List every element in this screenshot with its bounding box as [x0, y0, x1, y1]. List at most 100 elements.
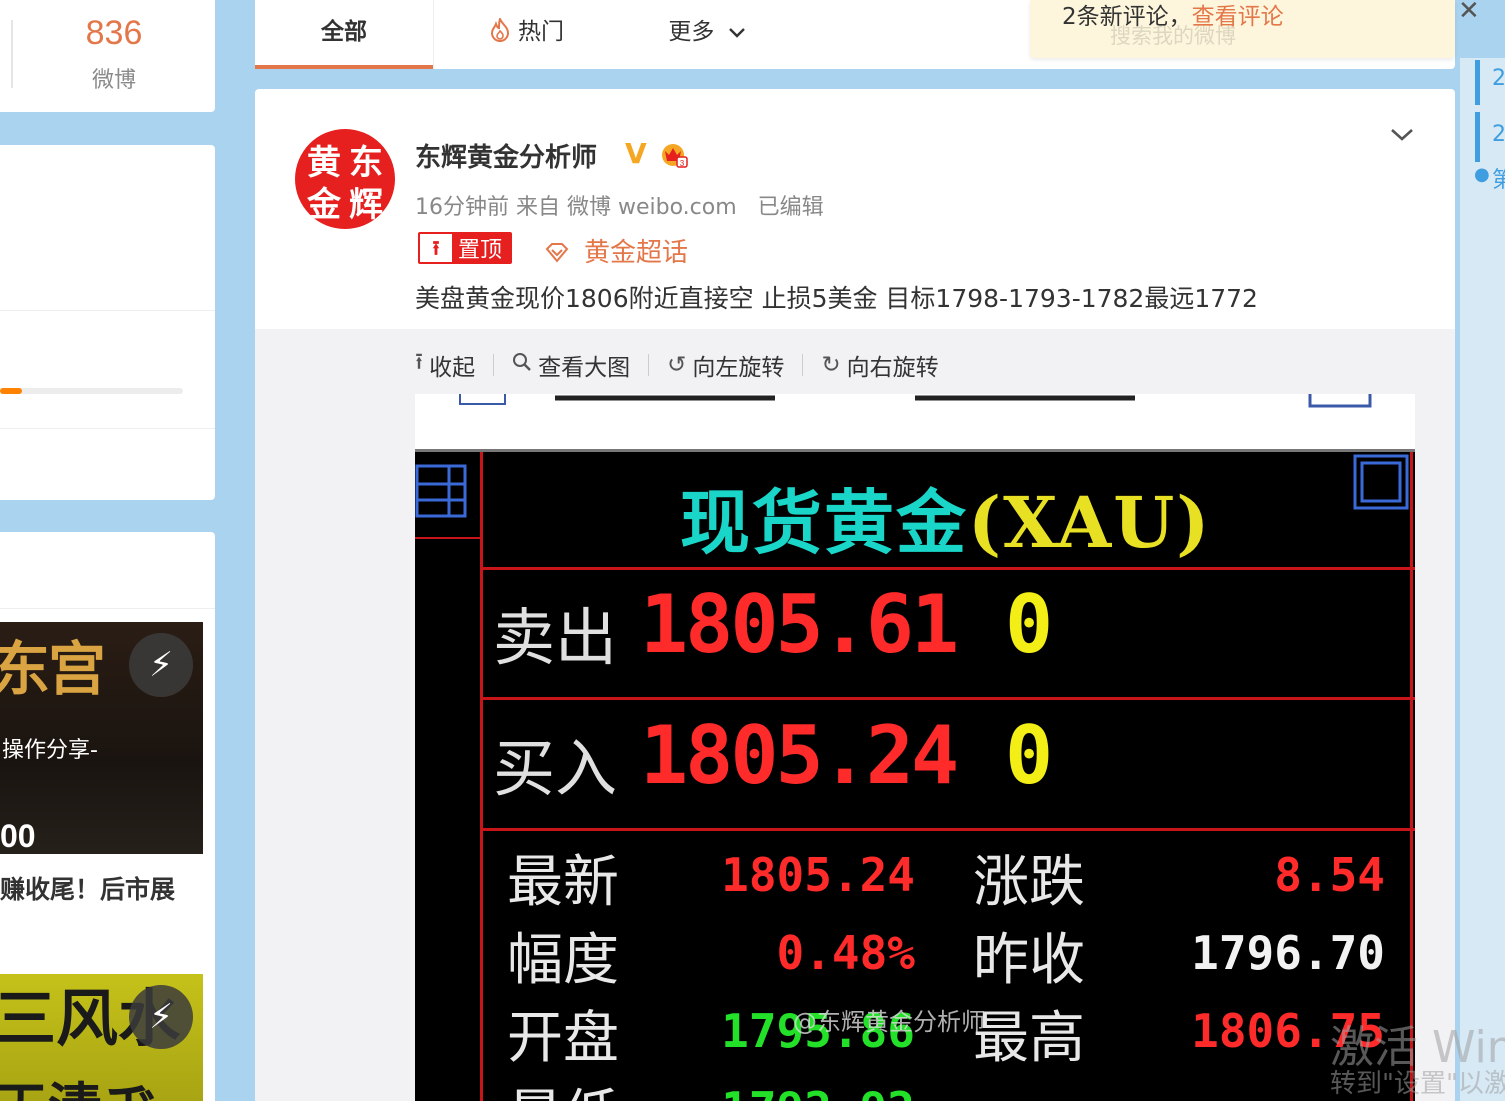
divider [0, 428, 215, 429]
diamond-icon [545, 242, 576, 267]
rotate-right-icon: ↻ [821, 351, 841, 378]
quote-value: 1792.92 [705, 1082, 915, 1101]
panel-title: 现货黄金(XAU) [680, 467, 1211, 568]
pinned-badge: ⭱ 置顶 [418, 232, 513, 264]
profile-stats-card: 836 微博 [0, 0, 215, 112]
tab-label: 全部 [321, 19, 367, 45]
close-icon[interactable]: ✕ [1458, 0, 1480, 26]
post-source: 来自 微博 weibo.com [516, 195, 737, 220]
timeline-bar [1475, 112, 1480, 162]
timeline-number[interactable]: 第 [1492, 162, 1505, 194]
buy-change: 0 [1005, 709, 1054, 802]
pin-icon: ⭱ [420, 234, 452, 262]
panel-title-text: 现货黄金 [680, 481, 968, 564]
media-toolbar: ⭱ 收起 查看大图 ↺ 向左旋转 ↻ 向右旋转 [415, 345, 939, 384]
progress-fill [0, 388, 22, 394]
tool-label: 向右旋转 [846, 354, 939, 381]
weibo-count-label[interactable]: 微博 [0, 62, 228, 94]
post-content: 美盘黄金现价1806附近直接空 止损5美金 目标1798-1793-1782最远… [415, 284, 1258, 313]
timeline-number[interactable]: 2 [1492, 66, 1505, 91]
post-time[interactable]: 16分钟前 [415, 195, 509, 220]
quote-label: 最新 [507, 850, 619, 915]
post-meta: 16分钟前 来自 微博 weibo.com 已编辑 [415, 189, 824, 221]
quote-label: 开盘 [507, 1006, 619, 1071]
rotate-left-button[interactable]: ↺ 向左旋转 [667, 348, 784, 382]
collapse-button[interactable]: ⭱ 收起 [415, 345, 475, 384]
divider [433, 0, 434, 69]
collapse-icon: ⭱ [415, 349, 424, 375]
weibo-post: 黄 东 金 辉 东辉黄金分析师 V 3 16分钟前 来自 微博 weibo.co… [255, 89, 1455, 1101]
quote-label: 幅度 [507, 928, 619, 993]
flame-icon [490, 0, 510, 64]
weibo-count[interactable]: 836 [0, 14, 228, 53]
quote-value: 0.48% [776, 926, 915, 980]
thumbnail-number: 00 [0, 818, 36, 854]
divider [0, 608, 215, 609]
timeline-number[interactable]: 2 [1492, 122, 1505, 147]
post-menu-chevron-icon[interactable] [1390, 123, 1414, 147]
thumbnail-subtitle: 操作分享- [2, 738, 98, 763]
flash-icon[interactable]: ⚡ [129, 985, 193, 1049]
view-comments-link[interactable]: 查看评论 [1192, 4, 1284, 30]
tab-label: 热门 [518, 19, 564, 45]
media-viewer: ⭱ 收起 查看大图 ↺ 向左旋转 ↻ 向右旋转 现货黄金(XAU) 卖出 180… [255, 329, 1455, 1101]
thumbnail-caption[interactable]: 赚收尾！后市展 [0, 870, 175, 906]
os-activation-watermark: 激活 Wind 转到"设置"以激 [1330, 1022, 1505, 1100]
quote-value: 8.54 [1274, 848, 1385, 902]
author-name[interactable]: 东辉黄金分析师 [415, 137, 597, 174]
tab-label: 更多 [668, 19, 715, 45]
panel-grid-line [480, 697, 1415, 700]
rotate-left-icon: ↺ [667, 351, 687, 378]
progress-bar [0, 388, 183, 394]
image-top-strip [415, 394, 1415, 449]
notification-toast: 搜索我的微博 2条新评论，查看评论 [1030, 0, 1455, 58]
sell-price: 1805.61 [640, 578, 959, 671]
tab-all[interactable]: 全部 [255, 0, 433, 69]
right-sidebar-strip: 2 2 ● 第 [1460, 58, 1505, 1101]
magnify-icon [512, 352, 532, 378]
view-large-button[interactable]: 查看大图 [512, 348, 630, 382]
quote-value: 1796.70 [1191, 926, 1385, 980]
topic-label: 黄金超话 [584, 238, 689, 268]
thumbnail-headline: 天清ヂ [0, 1064, 156, 1101]
divider [648, 353, 650, 376]
timeline-dot-icon: ● [1474, 164, 1490, 185]
os-watermark-line: 转到"设置"以激 [1330, 1069, 1505, 1100]
divider [493, 353, 495, 376]
panel-grid-line [480, 452, 483, 1101]
vip-crown-icon[interactable]: 3 [659, 141, 689, 169]
sell-change: 0 [1005, 578, 1054, 671]
flash-icon[interactable]: ⚡ [129, 633, 193, 697]
panel-grid-line [480, 828, 1415, 831]
rotate-right-button[interactable]: ↻ 向右旋转 [821, 348, 938, 382]
timeline-bar [1475, 60, 1480, 105]
panel-window-icon [1353, 454, 1409, 510]
super-topic-link[interactable]: 黄金超话 [545, 232, 688, 269]
quote-value: 1805.24 [721, 848, 915, 902]
quote-label: 最高 [973, 1006, 1085, 1071]
post-image[interactable]: 现货黄金(XAU) 卖出 1805.61 0 买入 1805.24 0 最新 1… [415, 394, 1415, 1101]
os-watermark-line: 激活 Wind [1330, 1022, 1505, 1073]
divider [802, 353, 804, 376]
panel-grid-line [415, 537, 480, 539]
quote-label: 涨跌 [973, 850, 1085, 915]
tab-more[interactable]: 更多 [657, 0, 757, 69]
svg-text:3: 3 [680, 159, 685, 168]
panel-symbol: (XAU) [968, 481, 1212, 564]
left-widget-card [0, 145, 215, 500]
thumbnail-headline: 东宫 [0, 635, 106, 703]
tool-label: 收起 [429, 354, 476, 381]
verified-badge-icon[interactable]: V [625, 137, 647, 170]
tool-label: 查看大图 [538, 354, 631, 381]
tab-hot[interactable]: 热门 [477, 0, 577, 69]
buy-label: 买入 [493, 732, 618, 805]
image-watermark: @东辉黄金分析师 [793, 1008, 985, 1036]
notification-text: 2条新评论，查看评论 [1062, 0, 1284, 34]
divider [0, 310, 215, 311]
sell-label: 卖出 [493, 601, 618, 674]
panel-grid-line [1410, 452, 1413, 1101]
chevron-down-icon [722, 19, 746, 45]
avatar[interactable]: 黄 东 金 辉 [295, 129, 395, 229]
pinned-label: 置顶 [458, 238, 503, 263]
notification-message: 2条新评论， [1062, 4, 1192, 30]
